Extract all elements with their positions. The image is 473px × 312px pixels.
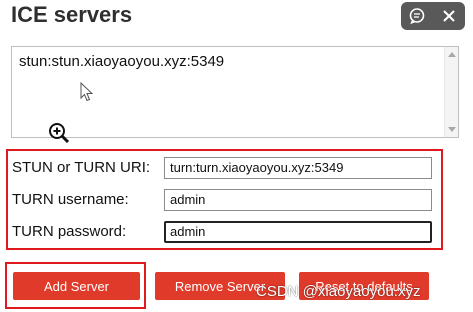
chat-icon[interactable] (406, 5, 428, 27)
page-title: ICE servers (11, 2, 133, 27)
username-label: TURN username: (12, 191, 129, 208)
password-field[interactable]: admin (164, 221, 432, 243)
zoom-in-icon (47, 121, 71, 150)
list-item[interactable]: stun:stun.xiaoyaoyou.xyz:5349 (19, 53, 224, 70)
uri-field[interactable]: turn:turn.xiaoyaoyou.xyz:5349 (164, 157, 432, 179)
ice-server-list[interactable]: stun:stun.xiaoyaoyou.xyz:5349 (11, 46, 459, 138)
scroll-up-arrow-icon[interactable] (448, 52, 456, 57)
watermark: CSDN @xiaoyaoyou.xyz (256, 283, 421, 300)
close-icon[interactable] (438, 5, 460, 27)
scrollbar[interactable] (444, 47, 458, 137)
username-field[interactable]: admin (164, 189, 432, 211)
mouse-cursor-icon (80, 81, 94, 107)
add-server-button[interactable]: Add Server (13, 272, 140, 300)
scroll-down-arrow-icon[interactable] (448, 127, 456, 132)
uri-label: STUN or TURN URI: (12, 159, 151, 176)
password-label: TURN password: (12, 223, 127, 240)
window-controls (401, 2, 465, 30)
